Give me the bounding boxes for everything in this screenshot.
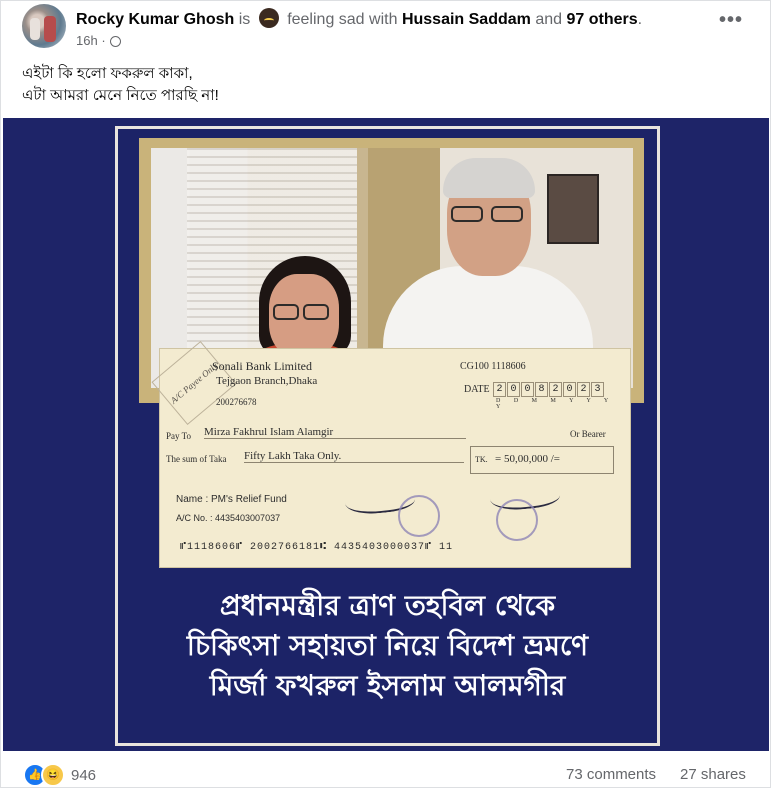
man-glasses: [451, 206, 483, 222]
micr-line: ⑈1118606⑈ 2002766181⑆ 4435403000037⑈ 11: [180, 542, 454, 553]
or-bearer-label: Or Bearer: [570, 429, 606, 439]
cheque-number: CG100 1118606: [460, 361, 526, 372]
globe-icon[interactable]: [109, 36, 121, 47]
date-digit: 0: [563, 382, 576, 397]
others-link[interactable]: 97 others: [566, 11, 637, 28]
post-time-link[interactable]: 16h: [76, 33, 98, 48]
sad-emoji-icon: [258, 8, 279, 28]
tagged-person-link[interactable]: Hussain Saddam: [402, 11, 531, 28]
post-text-line: এটা আমরা মেনে নিতে পারছি না!: [22, 87, 219, 104]
amount-in-words: Fifty Lakh Taka Only.: [244, 450, 464, 463]
time-separator: ·: [101, 33, 106, 48]
author-avatar[interactable]: [22, 4, 66, 48]
seal-stamp: [496, 499, 538, 541]
post-image[interactable]: A/C Payee Only Sonali Bank Limited Tejga…: [3, 118, 769, 751]
post-text: এইটা কি হলো ফকরুল কাকা, এটা আমরা মেনে নি…: [22, 63, 219, 107]
post-text-line: এইটা কি হলো ফকরুল কাকা,: [22, 65, 193, 82]
avatar-person: [30, 18, 40, 40]
date-digit: 8: [535, 382, 548, 397]
sum-label: The sum of Taka: [166, 454, 227, 464]
tk-label: TK.: [475, 455, 488, 464]
wall-photo-frame: [547, 174, 599, 244]
bank-cheque: A/C Payee Only Sonali Bank Limited Tejga…: [151, 340, 631, 568]
headline-line: মির্জা ফখরুল ইসলাম আলমগীর: [209, 669, 566, 702]
man-hair: [443, 158, 535, 198]
date-digit: 0: [521, 382, 534, 397]
post-meta: 16h ·: [76, 33, 121, 48]
bank-name: Sonali Bank Limited: [212, 359, 312, 373]
post-header: Rocky Kumar Ghosh is feeling sad with Hu…: [76, 8, 642, 29]
shares-count-link[interactable]: 27 shares: [680, 766, 746, 783]
woman-glasses: [303, 304, 329, 320]
date-digit: 2: [493, 382, 506, 397]
man-glasses: [491, 206, 523, 222]
poster-headline: প্রধানমন্ত্রীর ত্রাণ তহবিল থেকে চিকিৎসা …: [115, 586, 660, 706]
post-card: Rocky Kumar Ghosh is feeling sad with Hu…: [0, 0, 771, 788]
bank-branch: Tejgaon Branch,Dhaka: [216, 375, 318, 387]
date-digit: 0: [507, 382, 520, 397]
date-digit: 2: [549, 382, 562, 397]
date-digit: 2: [577, 382, 590, 397]
date-boxes: 2 0 0 8 2 0 2 3: [493, 382, 604, 397]
feeling-text: feeling sad with: [287, 11, 398, 28]
amount-box: TK. = 50,00,000 /=: [470, 446, 614, 474]
reaction-count: 946: [71, 766, 97, 784]
is-text: is: [238, 11, 251, 28]
headline-line: প্রধানমন্ত্রীর ত্রাণ তহবিল থেকে: [219, 589, 556, 622]
author-name[interactable]: Rocky Kumar Ghosh: [76, 11, 234, 28]
haha-reaction-icon: 😆: [41, 763, 65, 787]
seal-stamp: [398, 495, 440, 537]
payee-name: Mirza Fakhrul Islam Alamgir: [204, 426, 466, 439]
amount-figure: = 50,00,000 /=: [495, 453, 560, 465]
headline-line: চিকিৎসা সহায়তা নিয়ে বিদেশ ভ্রমণে: [186, 629, 589, 662]
comments-count-link[interactable]: 73 comments: [566, 766, 656, 783]
woman-glasses: [273, 304, 299, 320]
header-period: .: [637, 11, 643, 28]
date-label: DATE: [464, 384, 490, 395]
date-format: D D M M Y Y Y Y: [496, 398, 614, 410]
pay-to-label: Pay To: [166, 431, 191, 441]
account-number: A/C No. : 4435403007037: [176, 513, 281, 523]
more-options-icon[interactable]: •••: [719, 9, 743, 32]
account-code: 200276678: [216, 397, 257, 407]
date-digit: 3: [591, 382, 604, 397]
and-text: and: [535, 11, 563, 28]
account-name: Name : PM's Relief Fund: [176, 494, 287, 505]
avatar-person: [44, 16, 56, 42]
reactions-summary[interactable]: 👍 😆 946: [23, 763, 96, 787]
